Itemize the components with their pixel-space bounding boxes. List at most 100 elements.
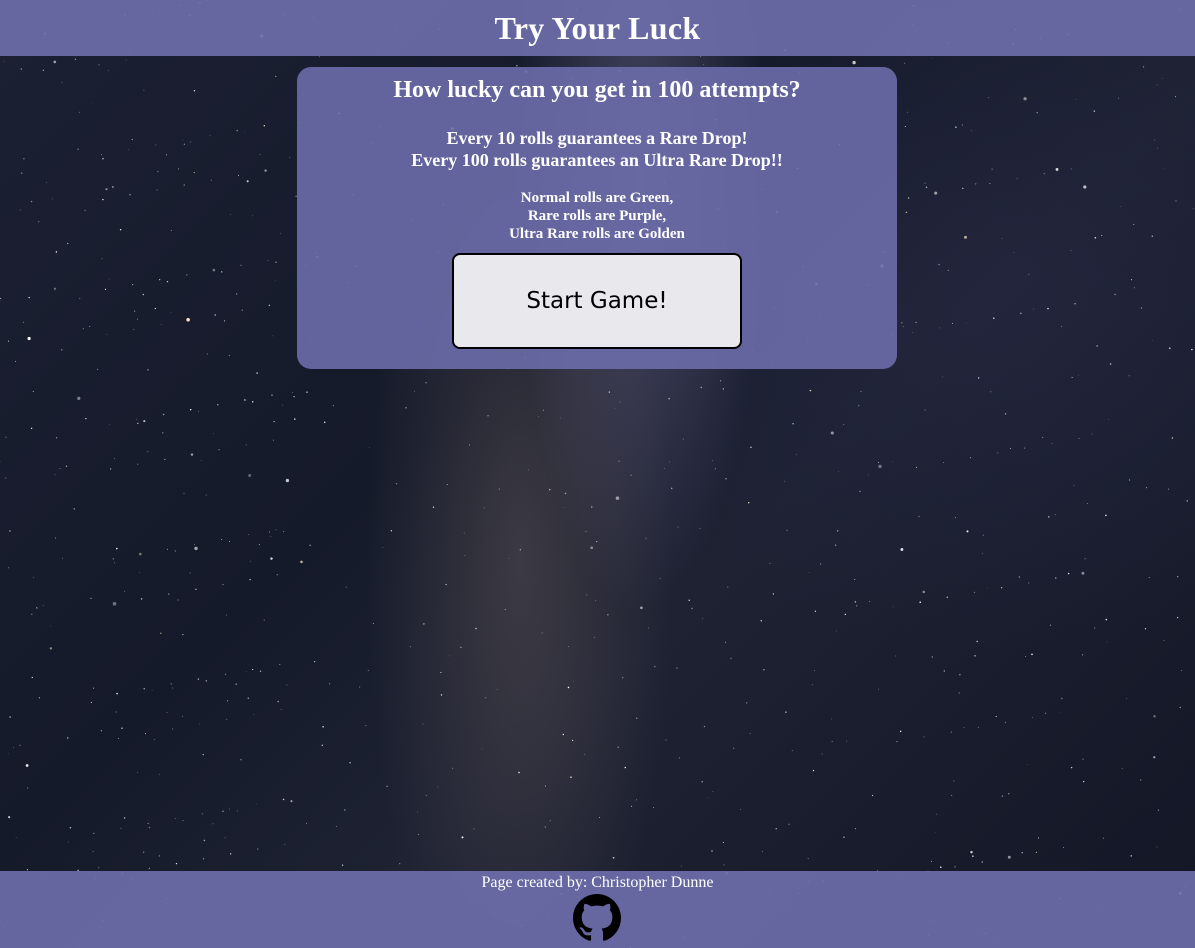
star [417, 834, 419, 835]
ultra-rare-drop-guarantee: Every 100 rolls guarantees an Ultra Rare… [411, 150, 783, 170]
star [631, 805, 633, 807]
star [962, 187, 964, 189]
star [20, 172, 23, 174]
star [995, 715, 997, 718]
star [69, 826, 72, 829]
star [84, 209, 86, 211]
star [1031, 653, 1033, 656]
star [102, 157, 104, 160]
star [22, 321, 24, 323]
star [382, 546, 384, 548]
star [252, 668, 254, 671]
star [344, 809, 346, 811]
star [630, 474, 632, 476]
star [147, 823, 149, 824]
star [49, 647, 53, 650]
star [8, 816, 11, 819]
star [740, 808, 742, 810]
star [425, 794, 427, 797]
star [1084, 558, 1086, 560]
star [904, 125, 906, 128]
star [970, 457, 972, 459]
star [923, 736, 925, 738]
rare-roll-color: Rare rolls are Purple, [527, 208, 667, 224]
star [217, 404, 219, 406]
star [306, 391, 308, 393]
star [272, 439, 274, 441]
star [113, 458, 115, 460]
star [1146, 487, 1148, 489]
star [236, 293, 238, 295]
star [49, 625, 51, 627]
star [77, 396, 81, 400]
star [1055, 167, 1059, 171]
start-game-button[interactable]: Start Game! [452, 253, 742, 349]
star [976, 640, 978, 643]
star [664, 467, 666, 469]
star [812, 769, 815, 772]
ultra-rare-roll-color: Ultra Rare rolls are Golden [509, 226, 685, 242]
star [955, 126, 957, 128]
star [164, 458, 166, 460]
star [963, 727, 965, 729]
star [166, 712, 168, 714]
star [990, 391, 992, 393]
star [341, 864, 344, 866]
star [148, 826, 151, 829]
star [931, 57, 933, 59]
star [1042, 436, 1044, 438]
star [108, 278, 110, 280]
star [210, 179, 212, 181]
star [1070, 766, 1073, 769]
star [112, 602, 117, 606]
star [769, 562, 771, 564]
star [182, 139, 184, 141]
star [1156, 84, 1158, 86]
star [79, 297, 81, 299]
star [170, 229, 172, 231]
star [159, 773, 160, 775]
star [931, 656, 933, 658]
star [964, 235, 967, 239]
star [5, 477, 7, 479]
star [221, 271, 223, 273]
star [170, 683, 172, 685]
star [906, 111, 908, 113]
star [1028, 582, 1030, 584]
star [614, 407, 616, 409]
star [924, 182, 926, 184]
star [788, 823, 790, 826]
star [1130, 855, 1132, 857]
star [854, 578, 856, 580]
github-link[interactable] [573, 894, 621, 942]
star [834, 544, 837, 546]
star [852, 60, 856, 65]
star [437, 786, 439, 788]
star [814, 669, 815, 671]
star [79, 111, 81, 113]
star [749, 733, 751, 734]
star [117, 738, 119, 739]
star [174, 818, 176, 820]
star [868, 474, 870, 476]
star [395, 482, 398, 485]
star [292, 392, 294, 393]
star [485, 697, 487, 699]
star [463, 532, 465, 534]
star [202, 754, 204, 756]
star [247, 697, 250, 699]
star [282, 404, 284, 406]
star [112, 186, 114, 188]
star [1130, 279, 1133, 281]
star [1161, 78, 1163, 79]
star [856, 605, 858, 607]
star [175, 862, 178, 865]
star [950, 731, 952, 733]
star [483, 507, 485, 509]
star [895, 655, 897, 657]
star [270, 557, 273, 560]
star [51, 198, 53, 200]
star [55, 437, 58, 439]
star [519, 549, 522, 551]
star [227, 700, 229, 702]
